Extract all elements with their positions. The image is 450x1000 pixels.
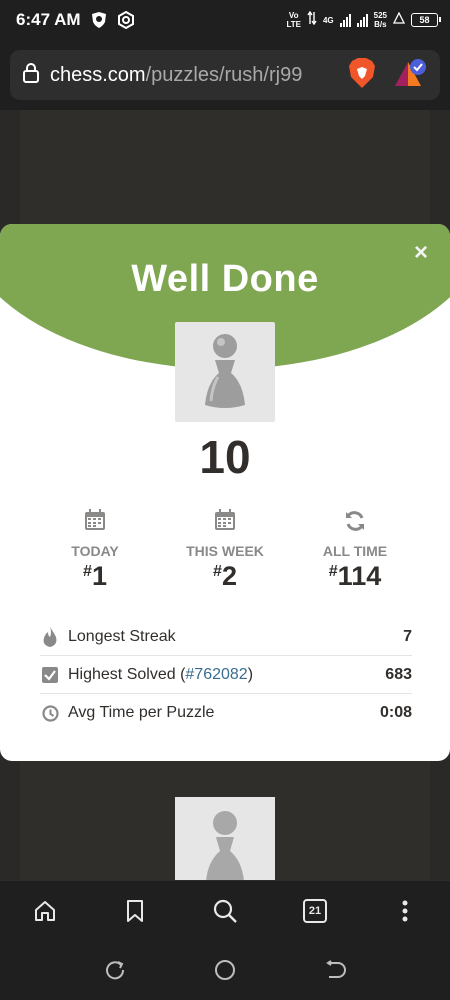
home-icon [35,900,55,921]
stat-today: TODAY #1 [40,509,150,592]
stat-all-time: ALL TIME #114 [300,509,410,592]
row-label: Avg Time per Puzzle [68,704,215,721]
url-text[interactable]: chess.com/puzzles/rush/rj99 [50,64,302,87]
row-value: 683 [385,665,412,683]
circle-home-icon [215,960,235,980]
stats-list: Longest Streak 7 Highest Solved (#762082… [40,618,412,732]
stat-label: ALL TIME [322,543,388,559]
tabs-button[interactable]: 21 [295,891,335,931]
tab-count: 21 [303,898,327,923]
menu-button[interactable] [385,891,425,931]
puzzle-link[interactable]: #762082 [185,666,247,683]
browser-bottom-bar: 21 [0,880,450,940]
row-label: Highest Solved (#762082) [68,665,254,683]
row-avg-time: Avg Time per Puzzle 0:08 [40,694,412,732]
rank-stats: TODAY #1 THIS WEEK #2 ALL TIME #114 [40,509,410,592]
home-button[interactable] [25,891,65,931]
stat-rank: #1 [83,561,107,591]
stat-label: TODAY [71,543,119,559]
pawn-icon [206,811,244,881]
address-bar[interactable]: chess.com/puzzles/rush/rj99 [10,50,440,100]
board-area-top [20,110,430,224]
data-arrows-icon [307,10,317,30]
stat-rank: #114 [328,561,382,591]
volte-indicator: Vo LTE [286,11,301,29]
row-highest-solved: Highest Solved (#762082) 683 [40,656,412,694]
calendar-icon [170,509,280,535]
flame-icon [40,626,60,647]
recents-button[interactable] [95,950,135,990]
back-button[interactable] [315,950,355,990]
brave-lion-icon[interactable] [348,57,376,94]
background-pawn-tile [175,797,275,881]
modal-title: Well Done [131,258,319,300]
results-modal: × Well Done 10 TODAY #1 THIS WEEK #2 ALL… [0,224,450,761]
alert-icon [392,11,406,29]
status-time: 6:47 AM [16,10,81,29]
checkbox-icon [40,666,60,683]
status-bar: 6:47 AM Vo LTE 4G 525 B/s 58 [0,0,450,40]
net-speed: 525 B/s [373,11,387,29]
pawn-avatar [175,322,275,422]
calendar-icon [40,509,150,535]
menu-dots-icon [402,900,408,921]
brave-rewards-icon[interactable] [394,58,428,93]
row-longest-streak: Longest Streak 7 [40,618,412,656]
row-value: 0:08 [379,704,412,721]
stat-this-week: THIS WEEK #2 [170,509,280,592]
back-icon [326,960,346,978]
search-button[interactable] [205,891,245,931]
battery-indicator: 58 [411,13,441,27]
system-nav-bar [0,940,450,1000]
signal-bars-2-icon [356,13,368,27]
bookmark-icon [127,899,143,922]
row-value: 7 [403,627,412,645]
bookmark-button[interactable] [115,891,155,931]
stat-label: THIS WEEK [186,543,264,559]
browser-toolbar: chess.com/puzzles/rush/rj99 [0,40,450,110]
score: 10 [199,431,251,483]
pawn-icon [205,334,245,408]
stat-rank: #2 [213,561,237,591]
home-system-button[interactable] [205,950,245,990]
brave-shield-icon [90,11,108,29]
search-icon [213,899,237,923]
clock-icon [40,704,60,722]
recents-icon [106,961,125,980]
row-label: Longest Streak [68,627,176,645]
lock-icon[interactable] [22,62,40,88]
settings-hex-icon [117,11,135,29]
signal-bars-icon [339,13,351,27]
refresh-icon [300,509,410,535]
signal-type: 4G [322,15,334,25]
